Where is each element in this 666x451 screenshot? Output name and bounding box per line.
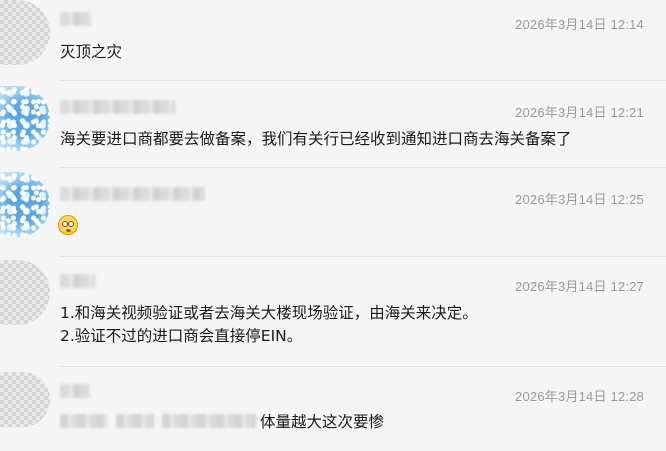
message-line: 2.验证不过的进口商会直接停EIN。 [60,327,303,345]
avatar[interactable] [0,172,50,237]
avatar[interactable] [0,0,50,65]
sender-name-blurred [60,12,92,26]
sender-name-blurred [60,384,90,398]
mention-blurred [60,414,108,428]
message-text: 1.和海关视频验证或者去海关大楼现场验证，由海关来决定。 2.验证不过的进口商会… [60,302,478,348]
flushed-face-emoji [58,215,78,235]
message-line: 1.和海关视频验证或者去海关大楼现场验证，由海关来决定。 [60,304,478,322]
message-time: 2026年3月14日 12:28 [515,389,644,404]
divider [60,80,666,81]
sender-name-blurred [60,100,175,114]
divider [60,256,666,257]
divider [60,167,666,168]
message-text: 体量越大这次要惨 [260,413,385,431]
avatar[interactable] [0,86,50,151]
message-text: 灭顶之灾 [60,43,123,61]
divider [60,366,666,367]
avatar[interactable] [0,260,50,325]
message-time: 2026年3月14日 12:25 [515,192,644,207]
message-time: 2026年3月14日 12:21 [515,105,644,120]
message-text: 海关要进口商都要去做备案，我们有关行已经收到通知进口商去海关备案了 [60,130,572,148]
mention-blurred [116,414,154,428]
sender-name-blurred [60,187,205,201]
message-time: 2026年3月14日 12:14 [515,17,644,32]
message-time: 2026年3月14日 12:27 [515,279,644,294]
mention-blurred [162,414,256,428]
sender-name-blurred [60,274,95,288]
avatar[interactable] [0,372,50,427]
